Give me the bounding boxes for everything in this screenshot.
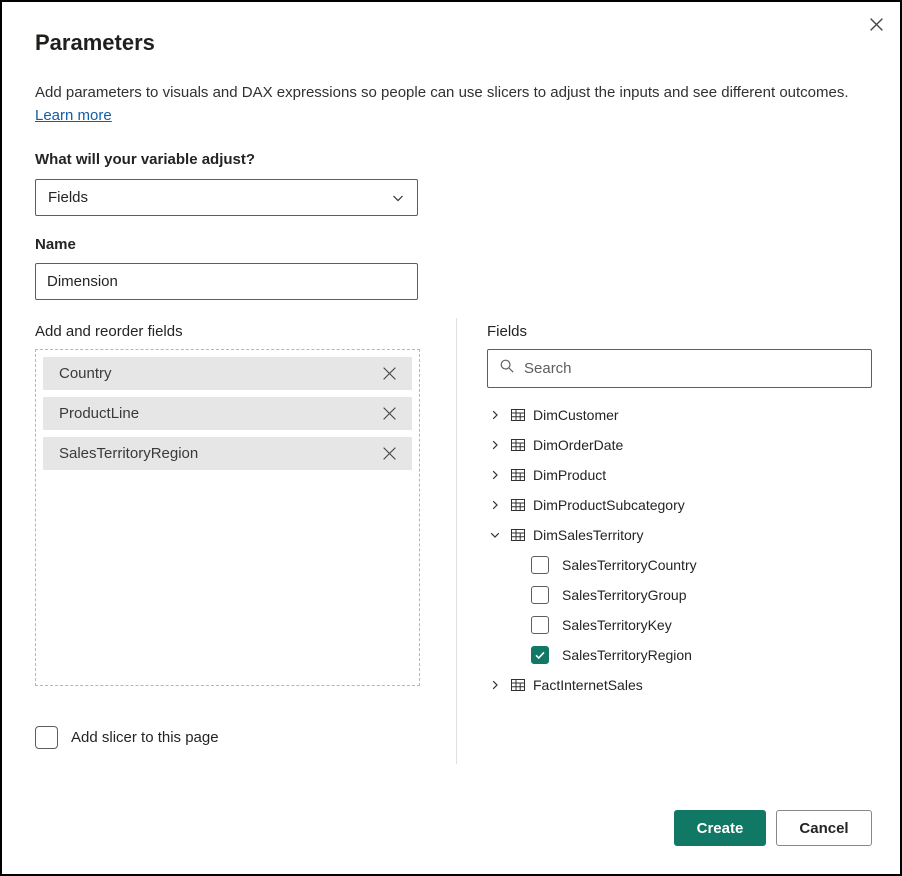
field-item-label: SalesTerritoryGroup [562, 587, 687, 603]
remove-field-icon[interactable] [376, 441, 402, 467]
tree-item-label: DimOrderDate [533, 437, 623, 453]
remove-field-icon[interactable] [376, 361, 402, 387]
chevron-right-icon[interactable] [487, 679, 503, 691]
tree-item-label: DimCustomer [533, 407, 619, 423]
adjust-label: What will your variable adjust? [35, 151, 255, 168]
field-chip-label: Country [59, 365, 112, 382]
table-icon [509, 677, 527, 693]
chevron-right-icon[interactable] [487, 409, 503, 421]
adjust-dropdown[interactable]: Fields [35, 179, 418, 216]
tree-item-dimcustomer[interactable]: DimCustomer [487, 400, 872, 430]
tree-item-dimorderdate[interactable]: DimOrderDate [487, 430, 872, 460]
field-chip-label: SalesTerritoryRegion [59, 445, 198, 462]
fields-search[interactable] [487, 349, 872, 388]
name-label: Name [35, 236, 76, 253]
tree-item-label: DimProduct [533, 467, 606, 483]
remove-field-icon[interactable] [376, 401, 402, 427]
field-chip-productline[interactable]: ProductLine [43, 397, 412, 430]
tree-item-dimproduct[interactable]: DimProduct [487, 460, 872, 490]
tree-item-label: DimProductSubcategory [533, 497, 685, 513]
fields-tree: DimCustomer DimOrderDate DimProduct DimP… [487, 400, 872, 700]
chevron-right-icon[interactable] [487, 439, 503, 451]
page-title: Parameters [35, 30, 155, 56]
cancel-button[interactable]: Cancel [776, 810, 872, 846]
checkbox[interactable] [531, 556, 549, 574]
field-item-salesterritorygroup[interactable]: SalesTerritoryGroup [487, 580, 872, 610]
adjust-dropdown-value: Fields [48, 189, 88, 206]
dialog-description: Add parameters to visuals and DAX expres… [35, 81, 849, 127]
chevron-right-icon[interactable] [487, 469, 503, 481]
name-input[interactable] [35, 263, 418, 300]
fields-panel-label: Fields [487, 323, 527, 340]
table-icon [509, 527, 527, 543]
checkbox[interactable] [531, 616, 549, 634]
search-input[interactable] [524, 360, 860, 377]
field-reorder-area: Country ProductLine SalesTerritoryRegion [35, 349, 420, 686]
tree-item-dimsalesterritory[interactable]: DimSalesTerritory [487, 520, 872, 550]
panel-divider [456, 318, 457, 764]
tree-item-dimproductsubcategory[interactable]: DimProductSubcategory [487, 490, 872, 520]
tree-item-factinternetsales[interactable]: FactInternetSales [487, 670, 872, 700]
learn-more-link[interactable]: Learn more [35, 107, 112, 124]
chevron-down-icon[interactable] [487, 529, 503, 541]
field-item-salesterritoryregion[interactable]: SalesTerritoryRegion [487, 640, 872, 670]
add-slicer-label: Add slicer to this page [71, 729, 219, 746]
create-button[interactable]: Create [674, 810, 766, 846]
table-icon [509, 467, 527, 483]
search-icon [499, 358, 515, 379]
close-icon[interactable] [864, 12, 888, 36]
parameters-dialog: Parameters Add parameters to visuals and… [0, 0, 902, 876]
description-text: Add parameters to visuals and DAX expres… [35, 84, 849, 101]
field-chip-label: ProductLine [59, 405, 139, 422]
table-icon [509, 407, 527, 423]
checkbox[interactable] [531, 646, 549, 664]
field-item-label: SalesTerritoryKey [562, 617, 672, 633]
checkbox[interactable] [35, 726, 58, 749]
field-chip-salesterritoryregion[interactable]: SalesTerritoryRegion [43, 437, 412, 470]
field-item-salesterritorycountry[interactable]: SalesTerritoryCountry [487, 550, 872, 580]
table-icon [509, 497, 527, 513]
chevron-right-icon[interactable] [487, 499, 503, 511]
field-item-salesterritorykey[interactable]: SalesTerritoryKey [487, 610, 872, 640]
reorder-label: Add and reorder fields [35, 323, 183, 340]
field-chip-country[interactable]: Country [43, 357, 412, 390]
checkbox[interactable] [531, 586, 549, 604]
add-slicer-checkbox-row[interactable]: Add slicer to this page [35, 726, 219, 749]
tree-item-label: DimSalesTerritory [533, 527, 643, 543]
field-item-label: SalesTerritoryCountry [562, 557, 697, 573]
field-item-label: SalesTerritoryRegion [562, 647, 692, 663]
tree-item-label: FactInternetSales [533, 677, 643, 693]
chevron-down-icon [391, 191, 405, 205]
table-icon [509, 437, 527, 453]
